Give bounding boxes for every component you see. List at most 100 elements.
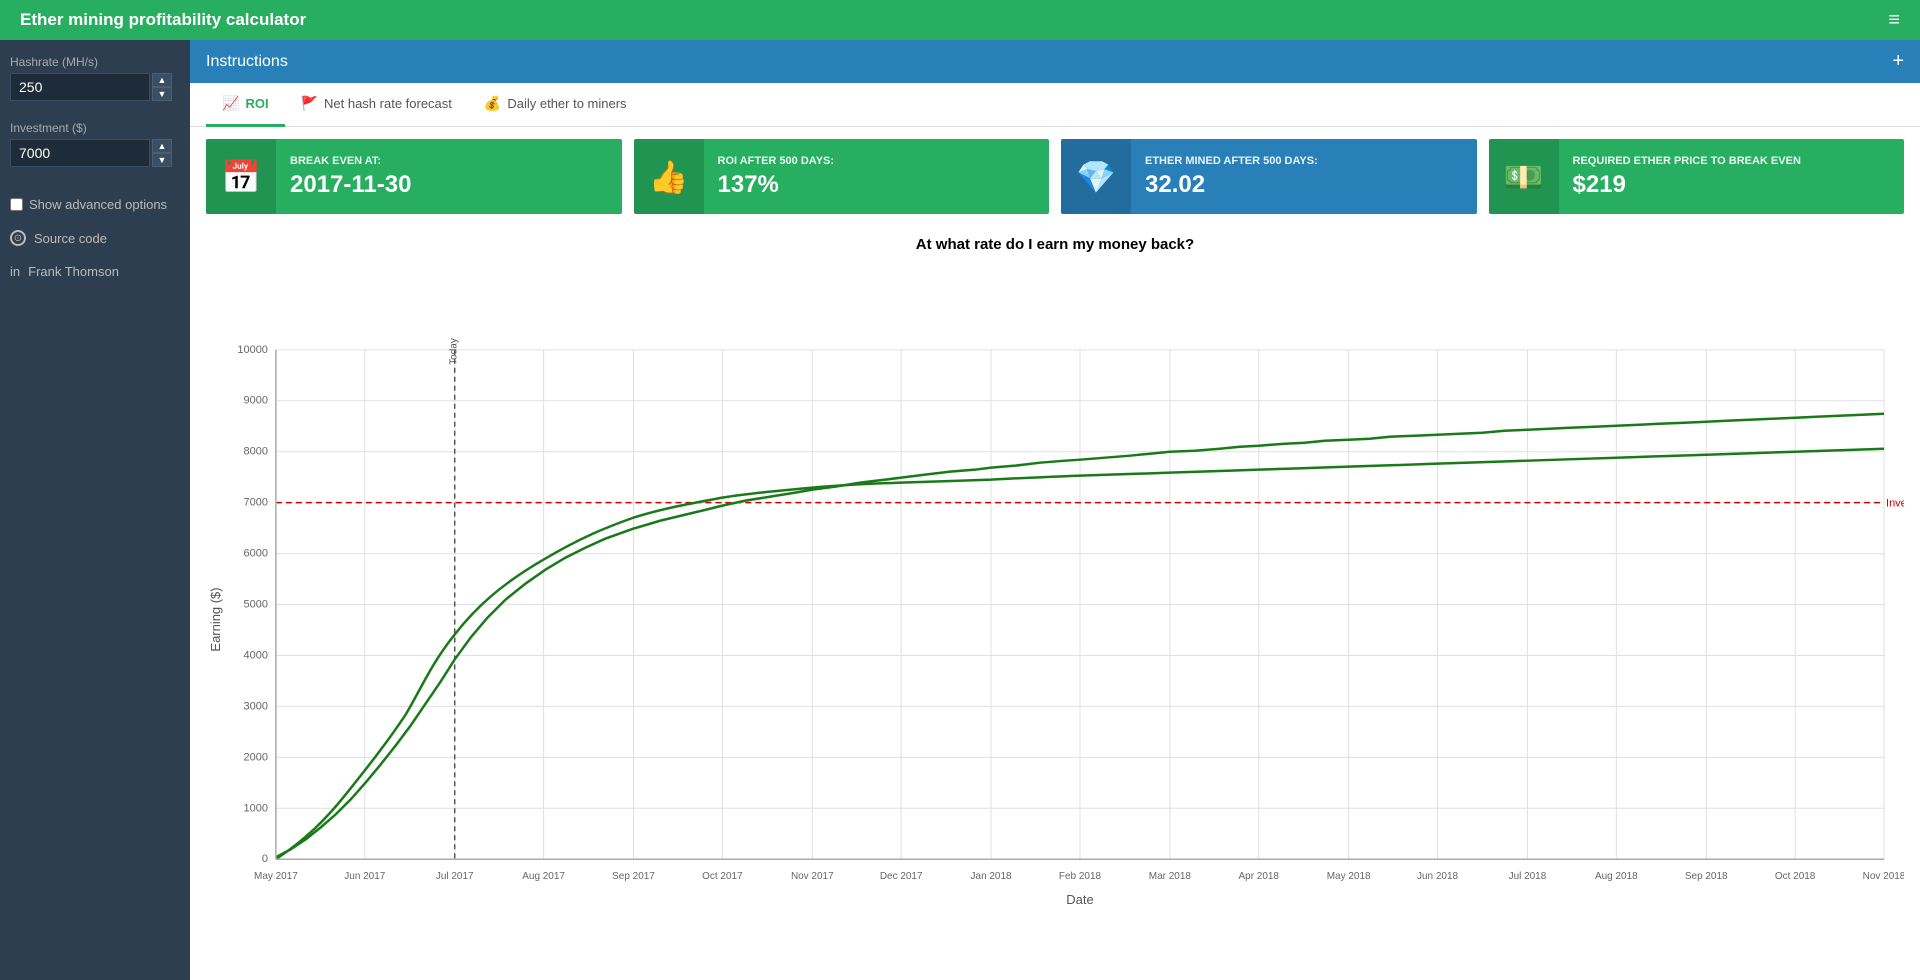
svg-text:6000: 6000 xyxy=(244,548,268,560)
svg-text:7000: 7000 xyxy=(244,497,268,509)
investment-down-button[interactable]: ▼ xyxy=(152,153,172,167)
roi-text: ROI AFTER 500 DAYS: 137% xyxy=(704,145,1050,209)
svg-text:May 2018: May 2018 xyxy=(1327,871,1371,882)
hashrate-group: Hashrate (MH/s) ▲ ▼ xyxy=(10,55,180,101)
hashrate-tab-label: Net hash rate forecast xyxy=(324,96,452,111)
source-code-icon: ⊙ xyxy=(10,230,26,246)
roi-tab-label: ROI xyxy=(245,96,268,111)
tab-roi[interactable]: 📈 ROI xyxy=(206,83,285,127)
svg-text:Jan 2018: Jan 2018 xyxy=(971,871,1012,882)
advanced-options-label[interactable]: Show advanced options xyxy=(29,197,167,212)
break-even-icon-area: 📅 xyxy=(206,139,276,214)
svg-text:9000: 9000 xyxy=(244,395,268,407)
svg-text:0: 0 xyxy=(262,853,268,865)
x-axis-label: Date xyxy=(1066,892,1093,907)
svg-text:Jun 2018: Jun 2018 xyxy=(1417,871,1458,882)
calendar-icon: 📅 xyxy=(221,158,261,196)
svg-text:Sep 2018: Sep 2018 xyxy=(1685,871,1728,882)
svg-text:Sep 2017: Sep 2017 xyxy=(612,871,655,882)
break-even-text: BREAK EVEN AT: 2017-11-30 xyxy=(276,145,622,209)
svg-text:5000: 5000 xyxy=(244,599,268,611)
svg-text:Nov 2018: Nov 2018 xyxy=(1863,871,1904,882)
roi-label: ROI AFTER 500 DAYS: xyxy=(718,155,1036,167)
advanced-options-checkbox[interactable] xyxy=(10,198,23,211)
roi-tab-icon: 📈 xyxy=(222,95,239,112)
investment-label: Investment ($) xyxy=(10,121,180,135)
source-code-label: Source code xyxy=(34,231,107,246)
ether-mined-label: ETHER MINED AFTER 500 DAYS: xyxy=(1145,155,1463,167)
investment-group: Investment ($) ▲ ▼ xyxy=(10,121,180,167)
tabs-bar: 📈 ROI 🚩 Net hash rate forecast 💰 Daily e… xyxy=(190,83,1920,127)
daily-tab-icon: 💰 xyxy=(484,95,501,112)
svg-text:4000: 4000 xyxy=(244,649,268,661)
svg-text:2000: 2000 xyxy=(244,751,268,763)
tab-hashrate[interactable]: 🚩 Net hash rate forecast xyxy=(285,83,468,127)
break-even-label: BREAK EVEN AT: xyxy=(290,155,608,167)
ether-mined-card: 💎 ETHER MINED AFTER 500 DAYS: 32.02 xyxy=(1061,139,1477,214)
svg-text:Apr 2018: Apr 2018 xyxy=(1239,871,1280,882)
hashrate-input-wrap: ▲ ▼ xyxy=(10,73,180,101)
money-icon: 💵 xyxy=(1504,158,1544,196)
svg-text:Jun 2017: Jun 2017 xyxy=(344,871,385,882)
break-even-value: 2017-11-30 xyxy=(290,171,608,199)
content-area: Instructions + 📈 ROI 🚩 Net hash rate for… xyxy=(190,40,1920,980)
today-label: Today xyxy=(449,338,460,365)
svg-text:10000: 10000 xyxy=(237,344,268,356)
roi-icon-area: 👍 xyxy=(634,139,704,214)
top-header: Ether mining profitability calculator ≡ xyxy=(0,0,1920,40)
ether-mined-icon-area: 💎 xyxy=(1061,139,1131,214)
svg-text:Feb 2018: Feb 2018 xyxy=(1059,871,1102,882)
chart-area: At what rate do I earn my money back? Ea… xyxy=(190,226,1920,980)
instructions-label: Instructions xyxy=(206,53,288,71)
svg-text:Oct 2018: Oct 2018 xyxy=(1775,871,1816,882)
chart-title: At what rate do I earn my money back? xyxy=(206,236,1904,253)
hashrate-up-button[interactable]: ▲ xyxy=(152,73,172,87)
svg-text:3000: 3000 xyxy=(244,700,268,712)
svg-text:Oct 2017: Oct 2017 xyxy=(702,871,743,882)
hashrate-tab-icon: 🚩 xyxy=(301,95,318,112)
required-price-label: REQUIRED ETHER PRICE TO BREAK EVEN xyxy=(1573,155,1891,167)
svg-text:Jul 2017: Jul 2017 xyxy=(436,871,474,882)
source-code-link[interactable]: ⊙ Source code xyxy=(10,230,180,246)
svg-text:Dec 2017: Dec 2017 xyxy=(880,871,923,882)
break-even-card: 📅 BREAK EVEN AT: 2017-11-30 xyxy=(206,139,622,214)
required-price-icon-area: 💵 xyxy=(1489,139,1559,214)
svg-text:1000: 1000 xyxy=(244,802,268,814)
linkedin-link[interactable]: in Frank Thomson xyxy=(10,264,180,279)
chart-svg: Earning ($) 0 1000 xyxy=(206,259,1904,980)
main-layout: Hashrate (MH/s) ▲ ▼ Investment ($) ▲ ▼ xyxy=(0,40,1920,980)
svg-text:Aug 2018: Aug 2018 xyxy=(1595,871,1638,882)
ether-mined-text: ETHER MINED AFTER 500 DAYS: 32.02 xyxy=(1131,145,1477,209)
app-title: Ether mining profitability calculator xyxy=(20,10,1888,30)
required-price-value: $219 xyxy=(1573,171,1891,199)
hashrate-spinner: ▲ ▼ xyxy=(152,73,172,101)
svg-text:Aug 2017: Aug 2017 xyxy=(522,871,565,882)
linkedin-icon: in xyxy=(10,264,20,279)
chart-container: Earning ($) 0 1000 xyxy=(206,259,1904,980)
required-price-text: REQUIRED ETHER PRICE TO BREAK EVEN $219 xyxy=(1559,145,1905,209)
instructions-bar: Instructions + xyxy=(190,40,1920,83)
linkedin-label: Frank Thomson xyxy=(28,264,119,279)
tab-daily[interactable]: 💰 Daily ether to miners xyxy=(468,83,643,127)
sidebar: Hashrate (MH/s) ▲ ▼ Investment ($) ▲ ▼ xyxy=(0,40,190,980)
roi-card: 👍 ROI AFTER 500 DAYS: 137% xyxy=(634,139,1050,214)
investment-input[interactable] xyxy=(10,139,150,167)
investment-up-button[interactable]: ▲ xyxy=(152,139,172,153)
svg-text:8000: 8000 xyxy=(244,446,268,458)
investment-spinner: ▲ ▼ xyxy=(152,139,172,167)
stat-cards: 📅 BREAK EVEN AT: 2017-11-30 👍 ROI AFTER … xyxy=(190,127,1920,226)
roi-value: 137% xyxy=(718,171,1036,199)
hashrate-input[interactable] xyxy=(10,73,150,101)
investment-input-wrap: ▲ ▼ xyxy=(10,139,180,167)
hashrate-down-button[interactable]: ▼ xyxy=(152,87,172,101)
diamond-icon: 💎 xyxy=(1076,158,1116,196)
hashrate-label: Hashrate (MH/s) xyxy=(10,55,180,69)
thumbsup-icon: 👍 xyxy=(649,158,689,196)
instructions-plus-button[interactable]: + xyxy=(1892,50,1904,73)
svg-text:Nov 2017: Nov 2017 xyxy=(791,871,834,882)
svg-text:Jul 2018: Jul 2018 xyxy=(1509,871,1547,882)
required-price-card: 💵 REQUIRED ETHER PRICE TO BREAK EVEN $21… xyxy=(1489,139,1905,214)
ether-mined-value: 32.02 xyxy=(1145,171,1463,199)
hamburger-icon[interactable]: ≡ xyxy=(1888,9,1900,32)
svg-text:Mar 2018: Mar 2018 xyxy=(1149,871,1192,882)
